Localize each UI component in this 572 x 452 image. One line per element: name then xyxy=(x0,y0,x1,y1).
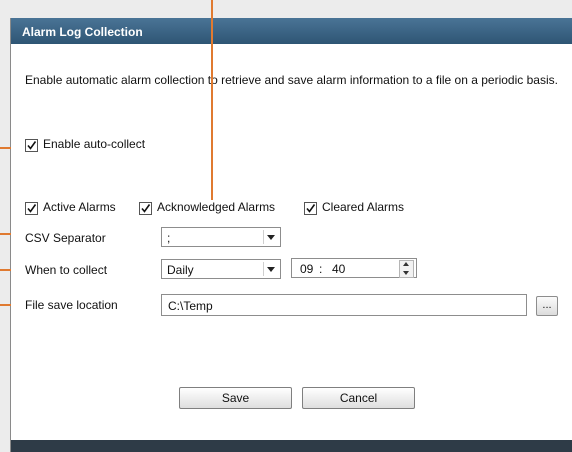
acknowledged-alarms-checkbox[interactable] xyxy=(139,202,152,215)
frequency-select[interactable]: Daily xyxy=(161,259,281,279)
checkmark-icon xyxy=(27,204,37,213)
when-to-collect-label: When to collect xyxy=(25,263,108,277)
cancel-button[interactable]: Cancel xyxy=(302,387,415,409)
callout-line-auto-collect xyxy=(0,147,11,149)
acknowledged-alarms-label: Acknowledged Alarms xyxy=(157,200,276,214)
file-save-location-value: C:\Temp xyxy=(168,299,213,313)
chevron-down-icon[interactable] xyxy=(263,230,278,244)
cleared-alarms-checkbox[interactable] xyxy=(304,202,317,215)
dialog-bottom-bar xyxy=(11,440,572,452)
file-save-location-input[interactable]: C:\Temp xyxy=(161,294,527,316)
active-alarms-checkbox[interactable] xyxy=(25,202,38,215)
callout-line-when-to-collect xyxy=(0,269,11,271)
enable-auto-collect-label: Enable auto-collect xyxy=(43,137,146,151)
checkmark-icon xyxy=(27,141,37,150)
browse-button[interactable]: ... xyxy=(536,296,558,316)
dialog-title-bar: Alarm Log Collection xyxy=(11,18,572,44)
time-spinner[interactable]: 09 : 40 xyxy=(291,258,417,278)
active-alarms-label: Active Alarms xyxy=(43,200,116,214)
chevron-down-icon[interactable] xyxy=(263,262,278,276)
file-save-location-label: File save location xyxy=(25,298,118,312)
enable-auto-collect-checkbox[interactable] xyxy=(25,139,38,152)
frequency-value: Daily xyxy=(167,263,194,277)
checkmark-icon xyxy=(306,204,316,213)
time-separator: : xyxy=(319,262,323,276)
csv-separator-value: ; xyxy=(167,231,171,245)
callout-line-alarm-types xyxy=(211,0,213,200)
dialog-title: Alarm Log Collection xyxy=(22,25,143,39)
callout-line-file-location xyxy=(0,304,11,306)
callout-line-csv-separator xyxy=(0,233,11,235)
save-button[interactable]: Save xyxy=(179,387,292,409)
time-minute[interactable]: 40 xyxy=(332,262,345,276)
csv-separator-select[interactable]: ; xyxy=(161,227,281,247)
alarm-log-collection-dialog: Alarm Log Collection Enable automatic al… xyxy=(10,18,572,452)
csv-separator-label: CSV Separator xyxy=(25,231,106,245)
cleared-alarms-label: Cleared Alarms xyxy=(322,200,405,214)
spinner-buttons xyxy=(399,260,414,278)
dialog-description: Enable automatic alarm collection to ret… xyxy=(25,73,558,87)
checkmark-icon xyxy=(141,204,151,213)
time-hour[interactable]: 09 xyxy=(300,262,313,276)
